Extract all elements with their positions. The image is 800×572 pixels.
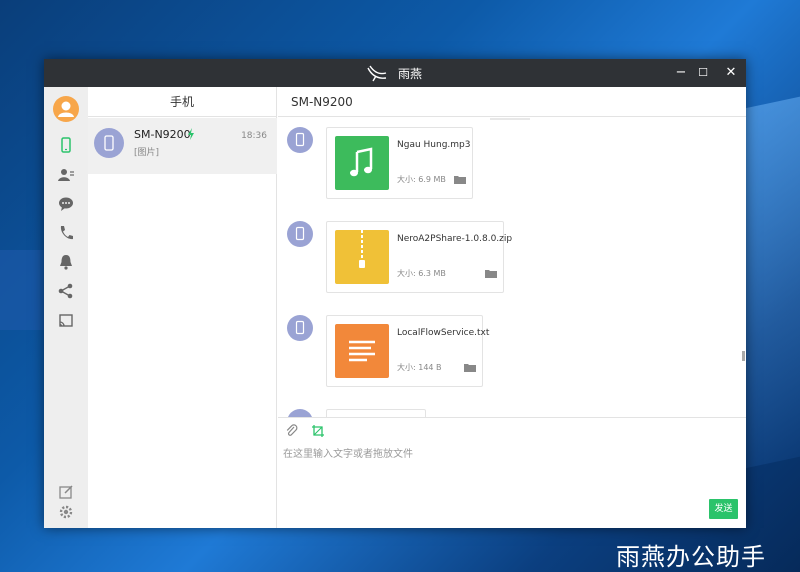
open-folder-icon[interactable] [485, 269, 497, 278]
last-message-preview: [图片] [134, 148, 160, 158]
phone-icon [295, 132, 305, 147]
file-size: 大小: 6.9 MB [397, 175, 446, 184]
device-list-pane: 手机 SM-N9200 18:36 [图片] [88, 87, 277, 528]
sender-avatar [287, 315, 313, 341]
notification-bell-icon[interactable] [57, 253, 75, 271]
chat-title: SM-N9200 [278, 87, 746, 117]
contacts-icon[interactable] [57, 166, 75, 184]
device-avatar [94, 128, 124, 158]
message-list[interactable]: Ngau Hung.mp3 大小: 6.9 MB NeroA2PShare-1.… [278, 118, 746, 417]
swallow-logo-icon [367, 65, 387, 82]
file-message[interactable]: LocalFlowService.txt 大小: 144 B [326, 315, 489, 387]
chat-pane: SM-N9200 Ngau Hung.mp3 大小: 6.9 MB NeroA2… [278, 87, 746, 528]
phone-icon [295, 226, 305, 241]
screenshot-crop-icon[interactable] [311, 424, 325, 438]
open-folder-icon[interactable] [464, 363, 476, 372]
message-input[interactable]: 在这里输入文字或者拖放文件 [283, 445, 413, 460]
file-size: 大小: 144 B [397, 363, 442, 372]
app-window: 雨燕 − ☐ ✕ 手机 SM-N9200 18:36 [图片] SM-N9200… [44, 59, 746, 528]
send-button[interactable]: 发送 [709, 499, 738, 519]
charging-bolt-icon [188, 128, 194, 140]
minimize-button[interactable]: − [671, 63, 691, 83]
file-name: NeroA2PShare-1.0.8.0.zip [397, 234, 513, 244]
device-name: SM-N9200 [134, 128, 191, 141]
previous-bubble-edge [490, 118, 530, 120]
file-message[interactable]: NeroA2PShare-1.0.8.0.zip 大小: 6.3 MB [326, 221, 512, 293]
scrollbar[interactable] [740, 118, 746, 417]
maximize-button[interactable]: ☐ [693, 63, 713, 83]
sender-avatar [287, 409, 313, 417]
edit-icon[interactable] [57, 483, 75, 501]
zip-archive-icon [359, 230, 365, 268]
file-message[interactable] [326, 409, 426, 417]
title-bar[interactable]: 雨燕 − ☐ ✕ [44, 59, 746, 87]
file-name: Ngau Hung.mp3 [397, 140, 471, 150]
open-folder-icon[interactable] [454, 175, 466, 184]
file-message[interactable]: Ngau Hung.mp3 大小: 6.9 MB [326, 127, 473, 199]
share-icon[interactable] [57, 282, 75, 300]
call-icon[interactable] [57, 224, 75, 242]
phone-icon [295, 320, 305, 335]
attachment-paperclip-icon[interactable] [285, 424, 299, 438]
sidebar-rail [44, 87, 88, 528]
sender-avatar [287, 221, 313, 247]
watermark-caption: 雨燕办公助手 [616, 543, 766, 571]
settings-gear-icon[interactable] [57, 503, 75, 521]
file-size: 大小: 6.3 MB [397, 269, 446, 278]
last-message-time: 18:36 [241, 131, 267, 141]
window-title: 雨燕 [398, 67, 423, 81]
phone-icon [104, 135, 114, 151]
audio-file-tile [335, 136, 389, 190]
user-icon [58, 101, 74, 117]
archive-file-tile [335, 230, 389, 284]
composer: 在这里输入文字或者拖放文件 发送 [278, 417, 746, 528]
user-avatar[interactable] [53, 96, 79, 122]
music-note-icon [350, 147, 373, 177]
phone-device-icon[interactable] [57, 136, 75, 154]
scrollbar-thumb[interactable] [742, 351, 745, 361]
cast-screen-icon[interactable] [57, 312, 75, 330]
text-document-icon [349, 340, 375, 362]
text-file-tile [335, 324, 389, 378]
messages-icon[interactable] [57, 195, 75, 213]
device-list-header: 手机 [88, 87, 276, 117]
device-list-item[interactable]: SM-N9200 18:36 [图片] [88, 118, 277, 174]
sender-avatar [287, 127, 313, 153]
close-button[interactable]: ✕ [721, 63, 741, 83]
file-name: LocalFlowService.txt [397, 328, 490, 338]
